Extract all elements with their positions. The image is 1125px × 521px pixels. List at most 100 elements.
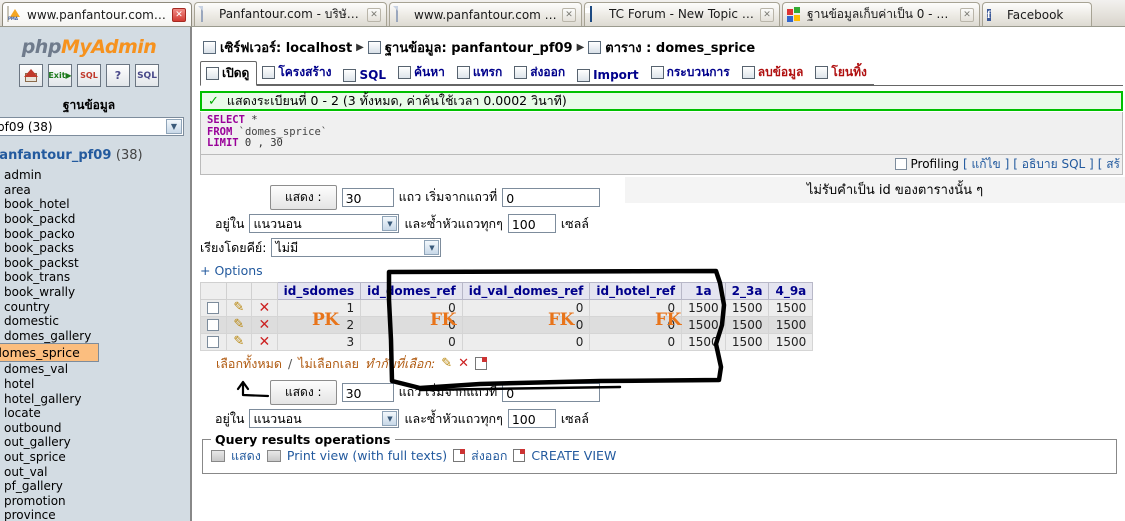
- tab-Import[interactable]: Import: [572, 66, 646, 85]
- tab-ลบข้อมูล[interactable]: ลบข้อมูล: [736, 61, 811, 85]
- sidebar-table-out_sprice[interactable]: out_sprice: [0, 450, 190, 465]
- row-checkbox-cell[interactable]: [200, 298, 227, 317]
- browser-tab-3[interactable]: TC Forum - New Topic :: เริ่มก... ✕: [584, 2, 780, 26]
- column-header-id_sdomes[interactable]: id_sdomes: [276, 281, 362, 300]
- sidebar-table-out_val[interactable]: out_val: [0, 464, 190, 479]
- edit-icon[interactable]: ✎: [233, 334, 244, 349]
- mode-select-top[interactable]: แนวนอน ▼: [249, 214, 400, 233]
- qro-link-export[interactable]: ส่งออก: [471, 446, 507, 466]
- edit-icon[interactable]: ✎: [233, 317, 244, 332]
- qro-link-createview[interactable]: CREATE VIEW: [531, 448, 616, 463]
- tab-ค้นหา[interactable]: ค้นหา: [392, 61, 452, 85]
- profiling-link-explain[interactable]: [ อธิบาย SQL ]: [1013, 155, 1093, 174]
- delete-icon[interactable]: ✕: [259, 334, 271, 350]
- sortkey-select[interactable]: ไม่มี ▼: [271, 238, 442, 257]
- row-edit-cell[interactable]: ✎: [225, 332, 253, 351]
- table-row[interactable]: ✎ ✕ 2 0 0 0 1500 1500 1500: [200, 315, 814, 334]
- sql-query-icon[interactable]: SQL: [135, 64, 159, 87]
- row-edit-cell[interactable]: ✎: [225, 315, 253, 334]
- row-checkbox-cell[interactable]: [200, 332, 227, 351]
- repeat-input-top[interactable]: 100: [507, 214, 556, 233]
- profiling-link-create[interactable]: [ สร้: [1098, 155, 1120, 174]
- sidebar-table-book_trans[interactable]: book_trans: [0, 270, 190, 285]
- row-delete-cell[interactable]: ✕: [251, 332, 278, 351]
- start-row-input-bottom[interactable]: 0: [502, 382, 601, 402]
- browser-tab-1[interactable]: Panfantour.com - บริษัท ปั่นฝี... ✕: [194, 2, 387, 26]
- close-icon[interactable]: ✕: [562, 7, 576, 22]
- tab-ส่งออก[interactable]: ส่งออก: [509, 61, 573, 85]
- tab-โครงสร้าง[interactable]: โครงสร้าง: [257, 61, 339, 85]
- table-row[interactable]: ✎ ✕ 3 0 0 0 1500 1500 1500: [200, 332, 814, 351]
- close-icon[interactable]: ✕: [367, 7, 381, 22]
- table-row[interactable]: ✎ ✕ 1 0 0 0 1500 1500 1500: [200, 298, 814, 317]
- sidebar-table-domes_sprice[interactable]: domes_sprice: [0, 343, 99, 363]
- tab-โยนทิ้ง[interactable]: โยนทิ้ง: [810, 61, 874, 85]
- start-row-input-top[interactable]: 0: [502, 187, 601, 207]
- row-checkbox[interactable]: [207, 319, 220, 331]
- column-header-2_3a[interactable]: 2_3a: [724, 281, 770, 300]
- sidebar-table-book_packs[interactable]: book_packs: [0, 241, 190, 256]
- sidebar-table-promotion[interactable]: promotion: [0, 493, 190, 508]
- tab-SQL[interactable]: SQL: [338, 66, 393, 85]
- row-checkbox[interactable]: [207, 336, 220, 348]
- current-database-link[interactable]: panfantour_pf09 (38): [0, 136, 190, 168]
- select-all-link[interactable]: เลือกทั้งหมด: [216, 354, 282, 374]
- repeat-input-bottom[interactable]: 100: [507, 409, 556, 428]
- home-icon[interactable]: [19, 64, 43, 87]
- row-delete-cell[interactable]: ✕: [251, 298, 278, 317]
- close-icon[interactable]: ✕: [172, 7, 186, 22]
- mode-select-bottom[interactable]: แนวนอน ▼: [249, 409, 400, 428]
- browser-tab-5[interactable]: f Facebook: [982, 2, 1092, 26]
- column-header-id_val_domes_ref[interactable]: id_val_domes_ref: [461, 281, 591, 300]
- tab-แทรก[interactable]: แทรก: [451, 61, 510, 85]
- delete-icon[interactable]: ✕: [259, 317, 271, 333]
- sidebar-table-book_packd[interactable]: book_packd: [0, 212, 190, 227]
- sidebar-table-book_hotel[interactable]: book_hotel: [0, 197, 190, 212]
- show-button-top[interactable]: แสดง :: [270, 184, 337, 210]
- sidebar-table-locate[interactable]: locate: [0, 406, 190, 421]
- bulk-edit-icon[interactable]: ✎: [441, 356, 452, 371]
- select-none-link[interactable]: ไม่เลือกเลย: [298, 354, 359, 374]
- qro-link-printview[interactable]: Print view (with full texts): [287, 448, 447, 463]
- profiling-link-edit[interactable]: [ แก้ไข ]: [963, 155, 1009, 174]
- row-edit-cell[interactable]: ✎: [225, 298, 253, 317]
- bulk-delete-icon[interactable]: ✕: [458, 356, 469, 371]
- sidebar-table-book_packst[interactable]: book_packst: [0, 256, 190, 271]
- sidebar-table-book_packo[interactable]: book_packo: [0, 226, 190, 241]
- sidebar-table-outbound[interactable]: outbound: [0, 421, 190, 436]
- delete-icon[interactable]: ✕: [259, 300, 271, 316]
- sidebar-table-book_wrally[interactable]: book_wrally: [0, 285, 190, 300]
- bulk-export-icon[interactable]: [475, 357, 488, 370]
- browser-tab-2[interactable]: www.panfantour.com - Direct... ✕: [389, 2, 582, 26]
- close-icon[interactable]: ✕: [960, 7, 974, 22]
- qro-link-show[interactable]: แสดง: [231, 446, 261, 466]
- sql-icon[interactable]: SQL: [77, 64, 101, 87]
- tab-เปิดดู[interactable]: เปิดดู: [200, 61, 258, 86]
- browser-tab-4[interactable]: ฐานข้อมูลเก็บค่าเป็น 0 - ค้นหา... ✕: [782, 2, 980, 26]
- edit-icon[interactable]: ✎: [233, 300, 244, 315]
- sidebar-table-hotel[interactable]: hotel: [0, 377, 190, 392]
- column-header-id_hotel_ref[interactable]: id_hotel_ref: [589, 281, 683, 300]
- sidebar-table-domestic[interactable]: domestic: [0, 314, 190, 329]
- breadcrumb-database[interactable]: ฐานข้อมูล: panfantour_pf09: [385, 37, 573, 58]
- database-select[interactable]: _pf09 (38) ▼: [0, 117, 184, 136]
- sidebar-table-out_gallery[interactable]: out_gallery: [0, 435, 190, 450]
- sidebar-table-area[interactable]: area: [0, 183, 190, 198]
- rows-input-bottom[interactable]: 30: [341, 382, 394, 402]
- breadcrumb-table[interactable]: ตาราง : domes_sprice: [605, 37, 755, 58]
- sidebar-table-province[interactable]: province: [0, 508, 190, 521]
- row-delete-cell[interactable]: ✕: [251, 315, 278, 334]
- sidebar-table-country[interactable]: country: [0, 299, 190, 314]
- profiling-checkbox[interactable]: [894, 158, 907, 170]
- help-icon[interactable]: ?: [106, 64, 130, 87]
- exit-icon[interactable]: Exit▶: [48, 64, 72, 87]
- sidebar-table-domes_val[interactable]: domes_val: [0, 362, 190, 377]
- column-header-4_9a[interactable]: 4_9a: [768, 281, 814, 300]
- sidebar-table-pf_gallery[interactable]: pf_gallery: [0, 479, 190, 494]
- sidebar-table-admin[interactable]: admin: [0, 168, 190, 183]
- tab-กระบวนการ[interactable]: กระบวนการ: [645, 61, 737, 85]
- sidebar-table-domes_gallery[interactable]: domes_gallery: [0, 329, 190, 344]
- sidebar-table-hotel_gallery[interactable]: hotel_gallery: [0, 391, 190, 406]
- column-header-id_domes_ref[interactable]: id_domes_ref: [360, 281, 463, 300]
- column-header-1a[interactable]: 1a: [681, 281, 726, 300]
